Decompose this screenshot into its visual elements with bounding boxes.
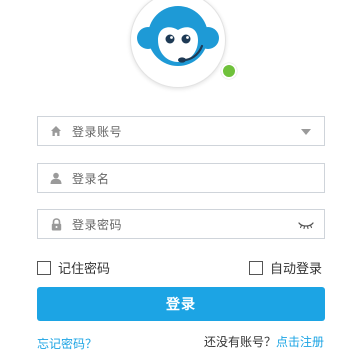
checkbox-box[interactable] — [249, 260, 263, 275]
lock-icon — [49, 217, 63, 231]
register-prompt: 还没有账号？点击注册 — [204, 333, 324, 350]
password-placeholder: 登录密码 — [72, 217, 123, 232]
username-field[interactable]: 登录名 — [37, 163, 325, 193]
online-status-dot — [221, 63, 237, 79]
auto-login-checkbox[interactable]: 自动登录 — [249, 258, 322, 277]
username-placeholder: 登录名 — [72, 171, 110, 186]
avatar — [130, 0, 237, 92]
account-field[interactable]: 登录账号 — [37, 116, 325, 146]
login-page: 登录账号 登录名 登录密码 记住密码 自动登录 登录 忘记密码？ 还没有账号？点… — [0, 0, 360, 360]
no-account-text: 还没有账号？ — [203, 335, 276, 349]
chevron-down-icon[interactable] — [298, 125, 314, 139]
home-icon — [49, 124, 63, 138]
forgot-password-link[interactable]: 忘记密码？ — [37, 335, 97, 352]
checkbox-box[interactable] — [37, 260, 51, 275]
user-icon — [49, 171, 63, 185]
login-button[interactable]: 登录 — [37, 287, 325, 321]
remember-password-checkbox[interactable]: 记住密码 — [37, 258, 110, 277]
password-field[interactable]: 登录密码 — [37, 209, 325, 239]
eye-closed-icon[interactable] — [298, 218, 314, 232]
remember-password-label: 记住密码 — [58, 262, 111, 277]
auto-login-label: 自动登录 — [270, 262, 323, 277]
monkey-headset-icon — [137, 6, 219, 66]
register-link[interactable]: 点击注册 — [276, 335, 324, 349]
account-placeholder: 登录账号 — [72, 124, 123, 139]
